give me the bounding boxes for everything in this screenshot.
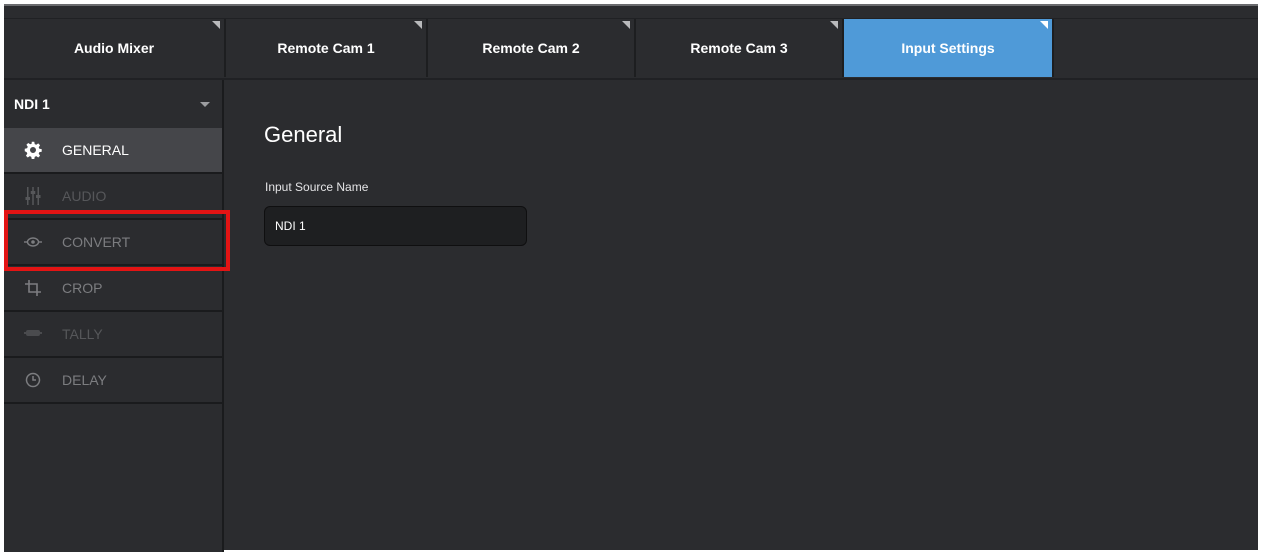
sidebar-item-label: TALLY [62,326,103,342]
tab-bar: Audio Mixer Remote Cam 1 Remote Cam 2 Re… [4,18,1258,80]
app-window: Audio Mixer Remote Cam 1 Remote Cam 2 Re… [4,4,1258,552]
tab-remote-cam-2[interactable]: Remote Cam 2 [428,19,636,77]
input-source-name-field[interactable] [264,206,527,246]
sidebar-item-tally[interactable]: TALLY [4,312,222,358]
tab-label: Audio Mixer [73,40,155,56]
source-select[interactable]: NDI 1 [4,80,222,128]
sidebar-item-delay[interactable]: DELAY [4,358,222,404]
sidebar-item-label: CROP [62,280,103,296]
sidebar-item-label: DELAY [62,372,107,388]
sidebar-item-crop[interactable]: CROP [4,266,222,312]
crop-icon [21,278,45,298]
chevron-down-icon [200,102,210,107]
tab-corner-icon [414,21,422,29]
sidebar-item-convert[interactable]: CONVERT [4,220,222,266]
tab-remote-cam-1[interactable]: Remote Cam 1 [226,19,428,77]
tab-corner-icon [1040,21,1048,29]
tab-label: Remote Cam 1 [277,40,375,56]
sidebar-item-label: GENERAL [62,142,129,158]
tab-corner-icon [622,21,630,29]
sidebar-item-label: AUDIO [62,188,107,204]
tab-input-settings[interactable]: Input Settings [844,19,1054,77]
tab-label: Input Settings [901,40,995,56]
sidebar-item-label: CONVERT [62,234,131,250]
settings-sidebar: NDI 1 GENERAL AUDIO CONVERT CROP TALLY D… [4,80,224,552]
tab-empty-slot [1054,19,1258,77]
tally-icon [21,324,45,344]
sliders-icon [21,186,45,206]
sidebar-item-general[interactable]: GENERAL [4,128,222,174]
tab-audio-mixer[interactable]: Audio Mixer [4,19,226,77]
tab-label: Remote Cam 3 [690,40,788,56]
gear-icon [21,140,45,160]
tab-remote-cam-3[interactable]: Remote Cam 3 [636,19,844,77]
sidebar-item-audio[interactable]: AUDIO [4,174,222,220]
tab-label: Remote Cam 2 [482,40,580,56]
input-source-name-label: Input Source Name [265,180,369,194]
tab-corner-icon [830,21,838,29]
section-title: General [264,122,343,147]
source-select-value: NDI 1 [14,96,50,112]
settings-content: General Input Source Name [224,80,1258,552]
convert-icon [21,232,45,252]
clock-icon [21,370,45,390]
tab-corner-icon [212,21,220,29]
